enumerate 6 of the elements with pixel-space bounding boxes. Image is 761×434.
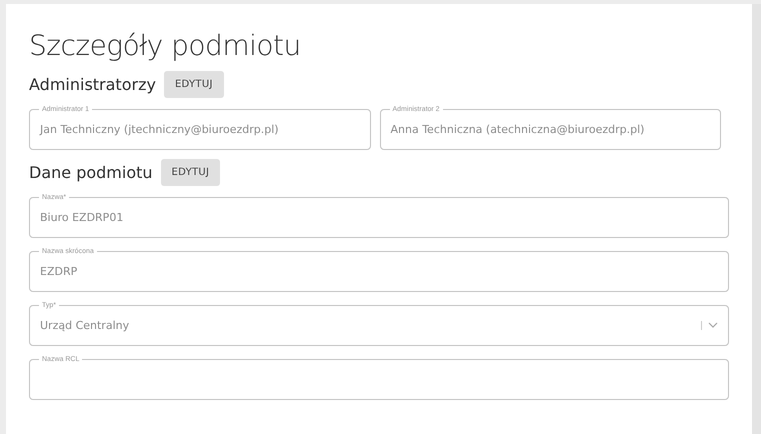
edit-button[interactable]: EDYTUJ <box>160 158 220 186</box>
section-heading: Dane podmiotu <box>29 162 153 182</box>
page-title: Szczegóły podmiotu <box>29 28 302 64</box>
section-heading: Administratorzy <box>29 74 156 94</box>
edit-button[interactable]: EDYTUJ <box>164 70 224 98</box>
scrollbar[interactable] <box>752 4 761 434</box>
